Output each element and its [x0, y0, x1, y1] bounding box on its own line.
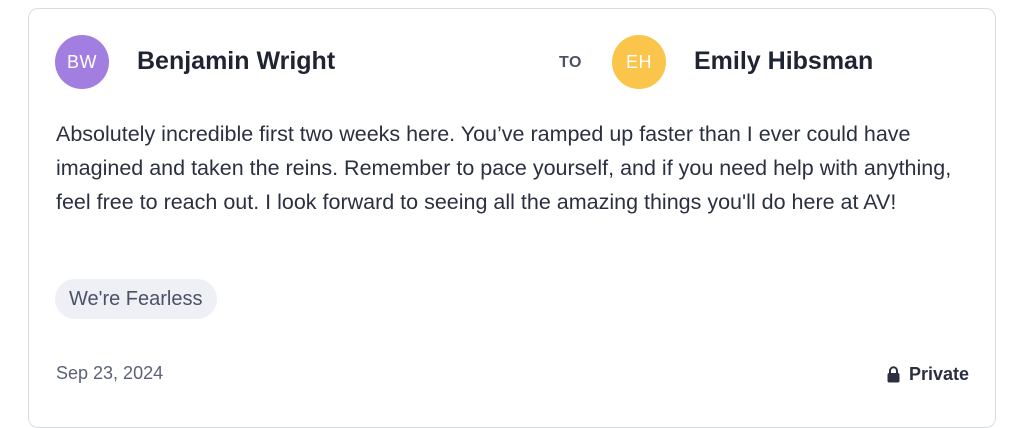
- message-body: Absolutely incredible first two weeks he…: [56, 122, 952, 214]
- post-date: Sep 23, 2024: [56, 363, 164, 383]
- recipient-avatar[interactable]: EH: [612, 35, 666, 89]
- lock-icon: [887, 366, 900, 383]
- value-tag[interactable]: We're Fearless: [55, 279, 217, 319]
- sender-avatar[interactable]: BW: [55, 35, 109, 89]
- sender-name[interactable]: Benjamin Wright: [137, 47, 335, 76]
- to-label: TO: [559, 54, 582, 71]
- card-header: BW Benjamin Wright TO EH Emily Hibsman: [29, 9, 995, 109]
- recipient-initials: EH: [625, 51, 652, 72]
- privacy-status: Private: [887, 364, 969, 385]
- sender-initials: BW: [67, 51, 97, 72]
- privacy-label: Private: [908, 364, 969, 384]
- recipient-name[interactable]: Emily Hibsman: [694, 47, 873, 76]
- recognition-card: BW Benjamin Wright TO EH Emily Hibsman A…: [28, 8, 996, 428]
